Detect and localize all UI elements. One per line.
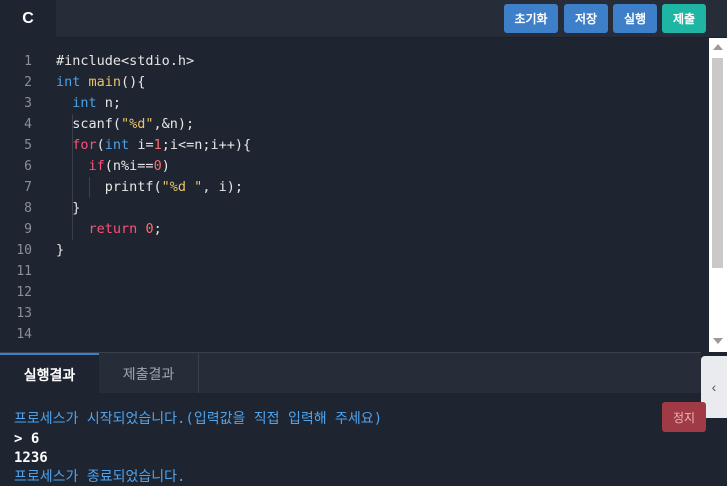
line-number: 4 — [24, 117, 32, 132]
language-tab[interactable]: C — [0, 0, 56, 38]
code-line: return 0; — [88, 221, 162, 237]
console-line: 1236 — [14, 450, 48, 466]
line-number: 3 — [24, 96, 32, 111]
console-output[interactable]: 정지 프로세스가 시작되었습니다.(입력값을 직접 입력해 주세요) > 6 1… — [0, 393, 706, 486]
code-line: if(n%i==0) — [88, 158, 170, 174]
line-number: 10 — [16, 243, 32, 258]
scroll-up-arrow-icon[interactable] — [713, 44, 723, 50]
chevron-left-icon: ‹ — [711, 379, 717, 395]
code-line: int n; — [72, 95, 122, 111]
line-number: 13 — [16, 306, 32, 321]
code-line: printf("%d ", i); — [56, 179, 243, 195]
output-tab-bar: 실행결과 제출결과 — [0, 352, 701, 394]
line-number: 8 — [24, 201, 32, 216]
line-number: 6 — [24, 159, 32, 174]
code-editor[interactable]: 1 2 3 4 5 6 7 8 9 10 11 12 13 14 #includ… — [0, 38, 709, 352]
console-line: 프로세스가 종료되었습니다. — [14, 469, 186, 485]
line-number: 5 — [24, 138, 32, 153]
editor-scrollbar[interactable] — [709, 38, 727, 352]
console-line: > 6 — [14, 431, 40, 447]
reset-button[interactable]: 초기화 — [504, 4, 558, 33]
line-number: 12 — [16, 285, 32, 300]
line-number: 11 — [16, 264, 32, 279]
save-button[interactable]: 저장 — [564, 4, 608, 33]
code-line: for(int i=1;i<=n;i++){ — [72, 137, 252, 153]
line-number: 14 — [16, 327, 32, 342]
code-line: } — [56, 242, 65, 258]
code-line: } — [56, 200, 81, 216]
tab-submit-result[interactable]: 제출결과 — [99, 353, 199, 394]
code-line: #include<stdio.h> — [56, 53, 195, 69]
scroll-down-arrow-icon[interactable] — [713, 338, 723, 344]
line-number: 2 — [24, 75, 32, 90]
editor-toolbar: C 초기화 저장 실행 제출 — [0, 0, 727, 38]
line-number: 7 — [24, 180, 32, 195]
scrollbar-thumb[interactable] — [712, 58, 723, 268]
tab-run-result[interactable]: 실행결과 — [0, 353, 99, 394]
run-button[interactable]: 실행 — [613, 4, 657, 33]
submit-button[interactable]: 제출 — [662, 4, 706, 33]
line-number: 1 — [24, 54, 32, 69]
console-line: 프로세스가 시작되었습니다.(입력값을 직접 입력해 주세요) — [14, 411, 383, 427]
line-number: 9 — [24, 222, 32, 237]
code-line: int main(){ — [56, 74, 146, 90]
code-line: scanf("%d",&n); — [56, 116, 195, 132]
line-number-gutter: 1 2 3 4 5 6 7 8 9 10 11 12 13 14 — [0, 38, 44, 352]
stop-button[interactable]: 정지 — [662, 402, 706, 432]
